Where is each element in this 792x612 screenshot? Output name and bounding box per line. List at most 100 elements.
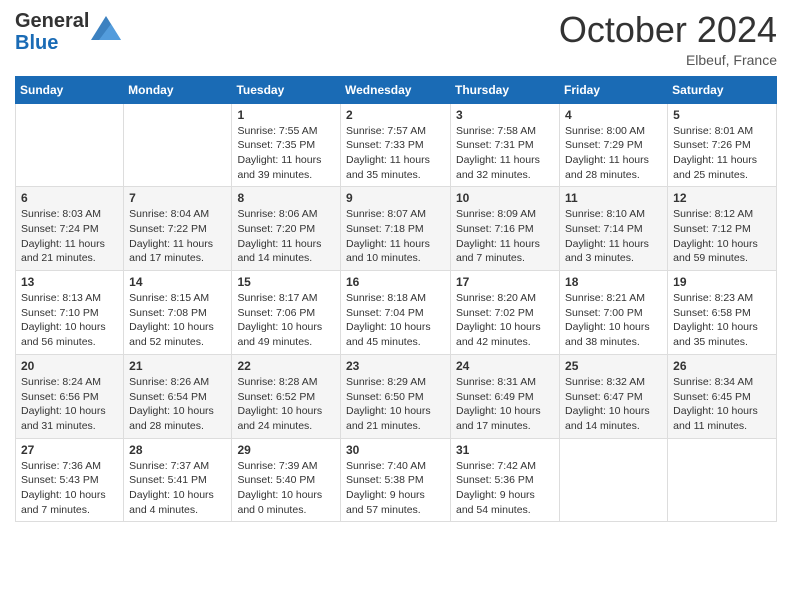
day-number: 10	[456, 191, 554, 205]
day-number: 4	[565, 108, 662, 122]
day-number: 25	[565, 359, 662, 373]
day-number: 20	[21, 359, 118, 373]
logo-text: General Blue	[15, 10, 89, 54]
calendar-cell: 8 Sunrise: 8:06 AMSunset: 7:20 PMDaylight…	[232, 187, 341, 271]
calendar-cell: 2Sunrise: 7:57 AMSunset: 7:33 PMDaylight…	[341, 103, 451, 187]
day-info: Sunrise: 7:36 AMSunset: 5:43 PMDaylight:…	[21, 459, 118, 518]
day-info: Sunrise: 8:17 AMSunset: 7:06 PMDaylight:…	[237, 291, 335, 350]
day-info: Sunrise: 8:24 AMSunset: 6:56 PMDaylight:…	[21, 375, 118, 434]
day-info: Sunrise: 7:57 AMSunset: 7:33 PMDaylight:…	[346, 124, 445, 183]
calendar-cell: 6 Sunrise: 8:03 AMSunset: 7:24 PMDaylight…	[16, 187, 124, 271]
calendar-cell: 16Sunrise: 8:18 AMSunset: 7:04 PMDayligh…	[341, 271, 451, 355]
day-number: 22	[237, 359, 335, 373]
day-number: 26	[673, 359, 771, 373]
calendar-cell: 25 Sunrise: 8:32 AMSunset: 6:47 PMDayligh…	[560, 354, 668, 438]
calendar-cell: 23 Sunrise: 8:29 AMSunset: 6:50 PMDayligh…	[341, 354, 451, 438]
day-number: 23	[346, 359, 445, 373]
location-subtitle: Elbeuf, France	[559, 52, 777, 68]
day-number: 1	[237, 108, 335, 122]
day-of-week-header: Thursday	[451, 76, 560, 103]
day-number: 15	[237, 275, 335, 289]
logo-blue: Blue	[15, 32, 58, 54]
calendar-cell: 24Sunrise: 8:31 AMSunset: 6:49 PMDayligh…	[451, 354, 560, 438]
day-info: Sunrise: 8:03 AMSunset: 7:24 PMDaylight:…	[21, 207, 118, 266]
day-number: 27	[21, 443, 118, 457]
day-info: Sunrise: 8:06 AMSunset: 7:20 PMDaylight:…	[237, 207, 335, 266]
day-of-week-header: Friday	[560, 76, 668, 103]
calendar-cell: 27 Sunrise: 7:36 AMSunset: 5:43 PMDayligh…	[16, 438, 124, 522]
day-info: Sunrise: 8:13 AMSunset: 7:10 PMDaylight:…	[21, 291, 118, 350]
calendar-cell	[124, 103, 232, 187]
day-number: 6	[21, 191, 118, 205]
day-number: 18	[565, 275, 662, 289]
calendar-cell	[560, 438, 668, 522]
calendar-cell: 11Sunrise: 8:10 AMSunset: 7:14 PMDayligh…	[560, 187, 668, 271]
calendar-cell: 22 Sunrise: 8:28 AMSunset: 6:52 PMDayligh…	[232, 354, 341, 438]
day-number: 31	[456, 443, 554, 457]
calendar-cell: 3 Sunrise: 7:58 AMSunset: 7:31 PMDaylight…	[451, 103, 560, 187]
title-block: October 2024 Elbeuf, France	[559, 10, 777, 68]
day-number: 9	[346, 191, 445, 205]
day-info: Sunrise: 7:40 AMSunset: 5:38 PMDaylight:…	[346, 459, 445, 518]
calendar-table: SundayMondayTuesdayWednesdayThursdayFrid…	[15, 76, 777, 523]
day-info: Sunrise: 8:04 AMSunset: 7:22 PMDaylight:…	[129, 207, 226, 266]
calendar-cell: 20 Sunrise: 8:24 AMSunset: 6:56 PMDayligh…	[16, 354, 124, 438]
calendar-cell: 13 Sunrise: 8:13 AMSunset: 7:10 PMDayligh…	[16, 271, 124, 355]
day-of-week-header: Saturday	[668, 76, 777, 103]
day-info: Sunrise: 8:10 AMSunset: 7:14 PMDaylight:…	[565, 207, 662, 266]
calendar-cell: 28 Sunrise: 7:37 AMSunset: 5:41 PMDayligh…	[124, 438, 232, 522]
day-info: Sunrise: 7:58 AMSunset: 7:31 PMDaylight:…	[456, 124, 554, 183]
day-info: Sunrise: 7:55 AMSunset: 7:35 PMDaylight:…	[237, 124, 335, 183]
day-info: Sunrise: 8:01 AMSunset: 7:26 PMDaylight:…	[673, 124, 771, 183]
day-number: 3	[456, 108, 554, 122]
calendar-cell: 15 Sunrise: 8:17 AMSunset: 7:06 PMDayligh…	[232, 271, 341, 355]
day-number: 14	[129, 275, 226, 289]
day-number: 12	[673, 191, 771, 205]
day-info: Sunrise: 8:29 AMSunset: 6:50 PMDaylight:…	[346, 375, 445, 434]
calendar-cell: 21 Sunrise: 8:26 AMSunset: 6:54 PMDayligh…	[124, 354, 232, 438]
calendar-cell: 30 Sunrise: 7:40 AMSunset: 5:38 PMDayligh…	[341, 438, 451, 522]
calendar-cell: 26 Sunrise: 8:34 AMSunset: 6:45 PMDayligh…	[668, 354, 777, 438]
day-info: Sunrise: 8:28 AMSunset: 6:52 PMDaylight:…	[237, 375, 335, 434]
day-info: Sunrise: 8:15 AMSunset: 7:08 PMDaylight:…	[129, 291, 226, 350]
day-info: Sunrise: 8:34 AMSunset: 6:45 PMDaylight:…	[673, 375, 771, 434]
calendar-cell: 5 Sunrise: 8:01 AMSunset: 7:26 PMDaylight…	[668, 103, 777, 187]
day-of-week-header: Sunday	[16, 76, 124, 103]
calendar-cell	[16, 103, 124, 187]
day-number: 17	[456, 275, 554, 289]
day-info: Sunrise: 8:18 AMSunset: 7:04 PMDaylight:…	[346, 291, 445, 350]
calendar-cell: 29 Sunrise: 7:39 AMSunset: 5:40 PMDayligh…	[232, 438, 341, 522]
calendar-cell: 17Sunrise: 8:20 AMSunset: 7:02 PMDayligh…	[451, 271, 560, 355]
calendar-cell: 12Sunrise: 8:12 AMSunset: 7:12 PMDayligh…	[668, 187, 777, 271]
day-info: Sunrise: 8:21 AMSunset: 7:00 PMDaylight:…	[565, 291, 662, 350]
day-info: Sunrise: 8:09 AMSunset: 7:16 PMDaylight:…	[456, 207, 554, 266]
calendar-cell: 18 Sunrise: 8:21 AMSunset: 7:00 PMDayligh…	[560, 271, 668, 355]
header: General Blue October 2024 Elbeuf, France	[15, 10, 777, 68]
calendar-cell: 19Sunrise: 8:23 AMSunset: 6:58 PMDayligh…	[668, 271, 777, 355]
day-number: 13	[21, 275, 118, 289]
calendar-cell: 10 Sunrise: 8:09 AMSunset: 7:16 PMDayligh…	[451, 187, 560, 271]
logo-general: General	[15, 10, 89, 32]
logo: General Blue	[15, 10, 121, 54]
page: General Blue October 2024 Elbeuf, France…	[0, 0, 792, 612]
day-info: Sunrise: 8:26 AMSunset: 6:54 PMDaylight:…	[129, 375, 226, 434]
calendar-week-row: 13 Sunrise: 8:13 AMSunset: 7:10 PMDayligh…	[16, 271, 777, 355]
day-number: 5	[673, 108, 771, 122]
calendar-cell: 14 Sunrise: 8:15 AMSunset: 7:08 PMDayligh…	[124, 271, 232, 355]
calendar-cell: 4 Sunrise: 8:00 AMSunset: 7:29 PMDaylight…	[560, 103, 668, 187]
calendar-week-row: 6 Sunrise: 8:03 AMSunset: 7:24 PMDaylight…	[16, 187, 777, 271]
day-number: 28	[129, 443, 226, 457]
day-info: Sunrise: 7:39 AMSunset: 5:40 PMDaylight:…	[237, 459, 335, 518]
day-info: Sunrise: 8:07 AMSunset: 7:18 PMDaylight:…	[346, 207, 445, 266]
day-number: 21	[129, 359, 226, 373]
day-info: Sunrise: 8:00 AMSunset: 7:29 PMDaylight:…	[565, 124, 662, 183]
day-info: Sunrise: 8:32 AMSunset: 6:47 PMDaylight:…	[565, 375, 662, 434]
day-number: 29	[237, 443, 335, 457]
day-of-week-header: Monday	[124, 76, 232, 103]
day-number: 8	[237, 191, 335, 205]
day-info: Sunrise: 7:37 AMSunset: 5:41 PMDaylight:…	[129, 459, 226, 518]
day-of-week-header: Wednesday	[341, 76, 451, 103]
day-number: 7	[129, 191, 226, 205]
calendar-header-row: SundayMondayTuesdayWednesdayThursdayFrid…	[16, 76, 777, 103]
day-number: 30	[346, 443, 445, 457]
